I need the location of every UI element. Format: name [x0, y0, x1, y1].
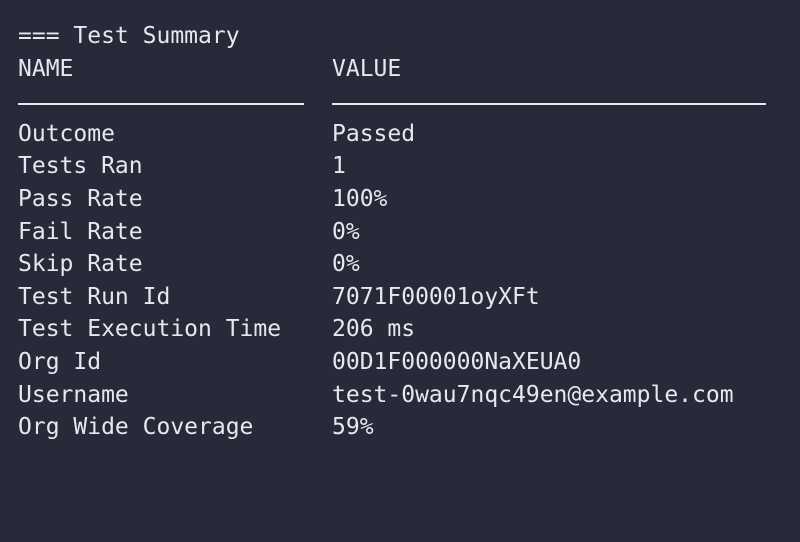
row-name: Skip Rate: [18, 251, 143, 278]
row-value: 00D1F000000NaXEUA0: [332, 348, 582, 375]
table-row: Username test-0wau7nqc49en@example.com: [18, 379, 800, 412]
row-name: Fail Rate: [18, 218, 143, 245]
row-name: Tests Ran: [18, 153, 143, 180]
row-value: Passed: [332, 120, 416, 147]
table-row: Outcome Passed: [18, 118, 800, 151]
row-value: 59%: [332, 414, 374, 441]
row-value: 0%: [332, 251, 360, 278]
table-row: Skip Rate 0%: [18, 248, 800, 281]
row-name: Org Id: [18, 348, 102, 375]
row-name: Outcome: [18, 120, 115, 147]
row-value: 206 ms: [332, 316, 416, 343]
column-header-value: VALUE: [332, 55, 402, 82]
table-row: Pass Rate 100%: [18, 183, 800, 216]
summary-title-line: === Test Summary: [18, 20, 800, 53]
value-column-divider: [332, 103, 766, 106]
header-divider: [18, 85, 800, 118]
table-row: Org Id 00D1F000000NaXEUA0: [18, 346, 800, 379]
name-column-divider: [18, 103, 304, 106]
table-header: NAME VALUE: [18, 53, 800, 86]
row-name: Pass Rate: [18, 185, 143, 212]
row-name: Test Run Id: [18, 283, 171, 310]
row-value: 100%: [332, 185, 388, 212]
table-row: Tests Ran 1: [18, 150, 800, 183]
table-row: Fail Rate 0%: [18, 216, 800, 249]
row-name: Username: [18, 381, 129, 408]
row-value: test-0wau7nqc49en@example.com: [332, 381, 734, 408]
row-value: 0%: [332, 218, 360, 245]
table-row: Test Execution Time 206 ms: [18, 313, 800, 346]
row-value: 7071F00001oyXFt: [332, 283, 540, 310]
table-row: Org Wide Coverage 59%: [18, 411, 800, 444]
row-name: Org Wide Coverage: [18, 414, 254, 441]
terminal-window[interactable]: === Test Summary NAME VALUE Outcome Pass…: [0, 0, 800, 469]
row-name: Test Execution Time: [18, 316, 282, 343]
summary-title: === Test Summary: [18, 23, 240, 49]
table-row: Test Run Id 7071F00001oyXFt: [18, 281, 800, 314]
row-value: 1: [332, 153, 346, 180]
column-header-name: NAME: [18, 55, 74, 82]
